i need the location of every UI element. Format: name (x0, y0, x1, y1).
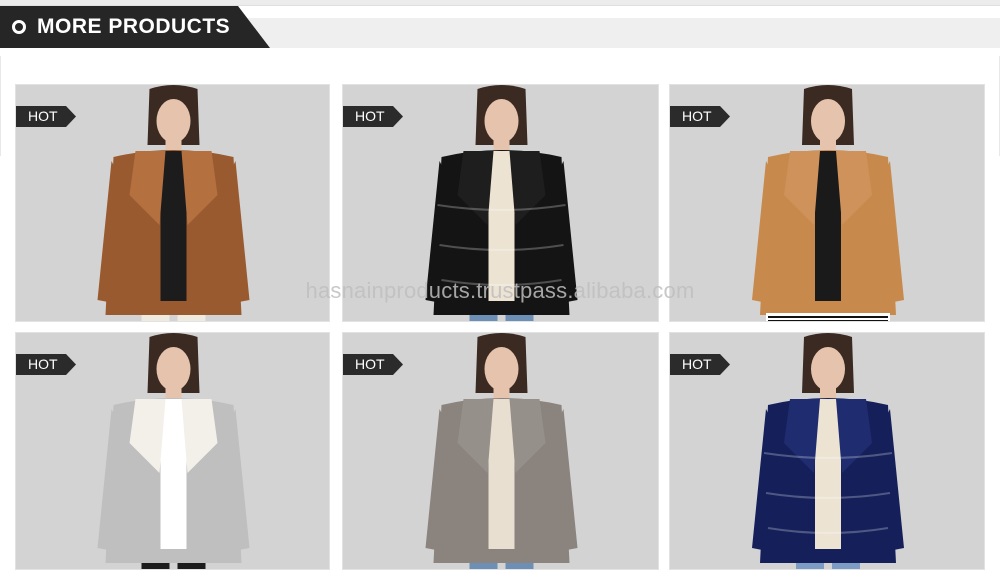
hot-badge: HOT (16, 106, 76, 127)
product-card[interactable]: HOT (15, 332, 330, 570)
product-card[interactable]: HOT (15, 84, 330, 322)
product-card[interactable]: HOT (669, 84, 985, 322)
product-card[interactable]: HOT (342, 84, 659, 322)
hot-badge: HOT (16, 354, 76, 375)
hot-badge: HOT (343, 106, 403, 127)
product-card[interactable]: HOT (669, 332, 985, 570)
hot-badge: HOT (343, 354, 403, 375)
hot-badge: HOT (670, 354, 730, 375)
hot-badge: HOT (670, 106, 730, 127)
product-grid: HOT HOT HOT HOT HOT HOT (0, 0, 1000, 584)
product-card[interactable]: HOT (342, 332, 659, 570)
